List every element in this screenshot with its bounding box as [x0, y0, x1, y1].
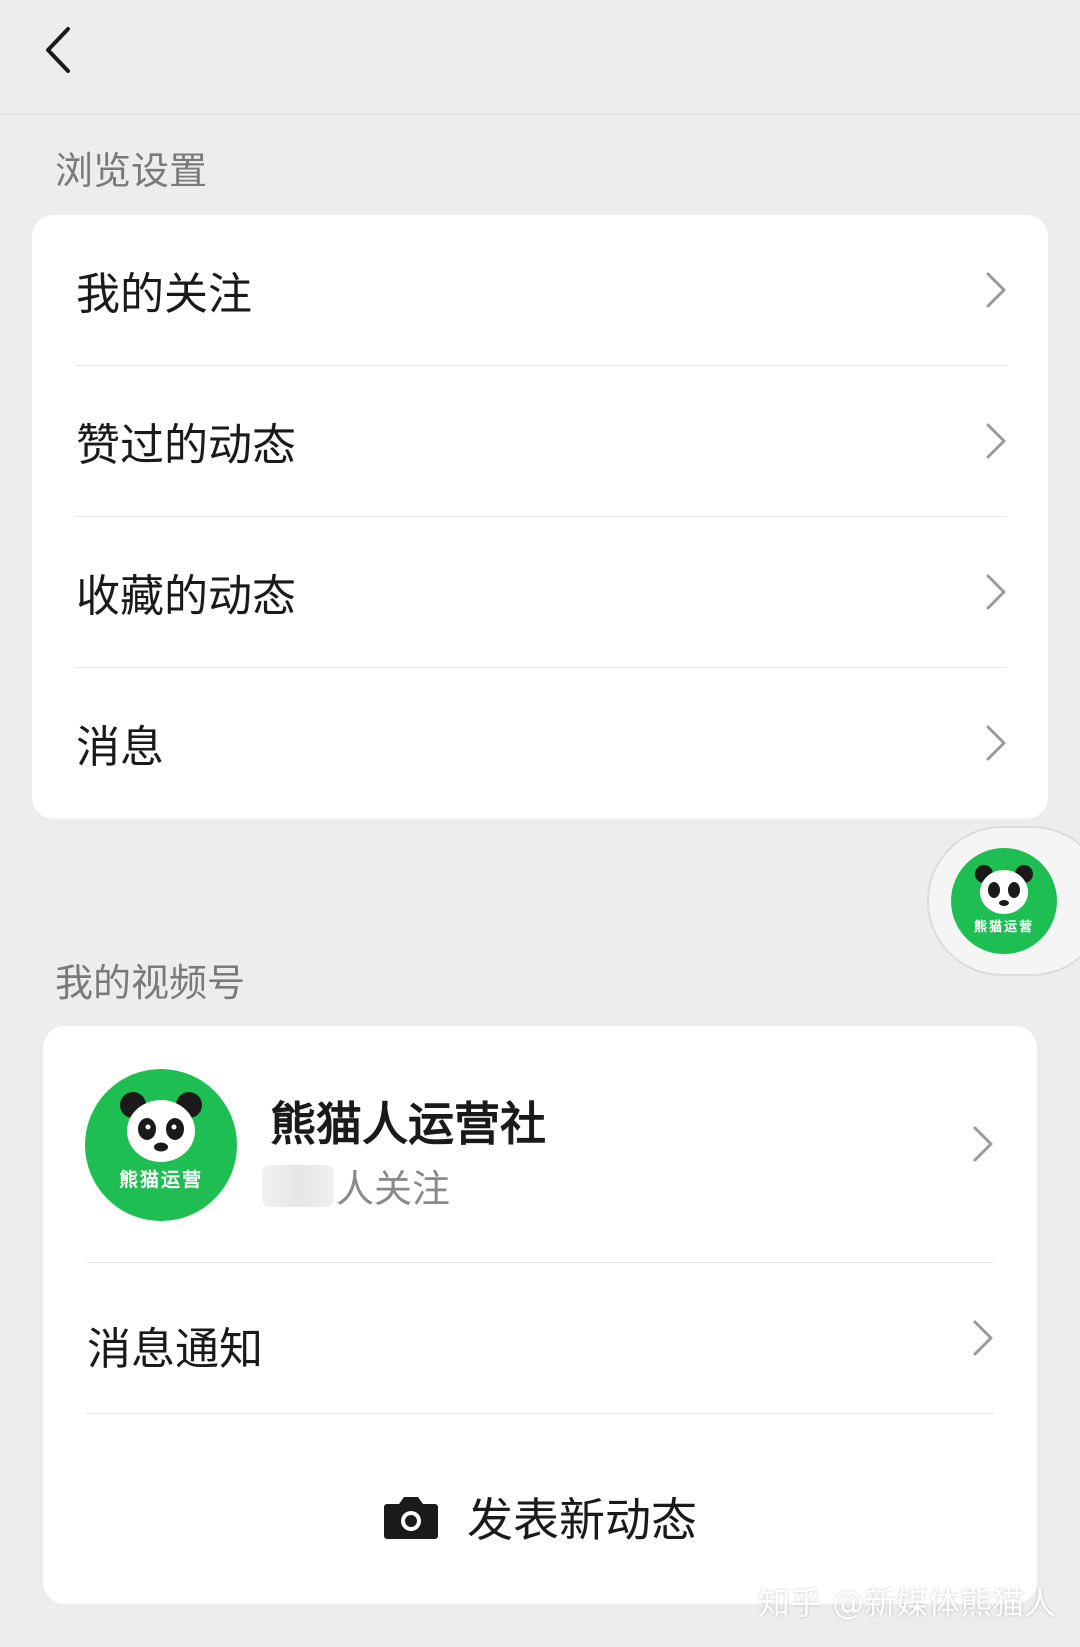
chevron-right-icon — [986, 423, 1006, 459]
back-button[interactable] — [28, 20, 88, 80]
floating-ball[interactable]: 熊猫运营 — [927, 826, 1080, 976]
menu-item-message-notification[interactable]: 消息通知 — [43, 1263, 1037, 1413]
post-new-moment-label: 发表新动态 — [467, 1493, 697, 1547]
top-bar — [0, 0, 1080, 115]
panda-icon — [120, 1092, 202, 1162]
follower-count-blurred — [262, 1164, 334, 1207]
post-new-moment-button[interactable]: 发表新动态 — [43, 1436, 1037, 1586]
chevron-right-icon — [973, 1126, 993, 1162]
browse-settings-card: 我的关注 赞过的动态 收藏的动态 消息 — [32, 215, 1048, 819]
divider — [86, 1413, 994, 1414]
follower-count: 人关注 — [262, 1158, 450, 1213]
menu-item-liked-posts[interactable]: 赞过的动态 — [32, 366, 1048, 516]
section-title-channel: 我的视频号 — [55, 961, 246, 1005]
chevron-left-icon — [46, 27, 70, 73]
menu-item-label: 我的关注 — [76, 269, 252, 320]
watermark: 知乎 @新媒体熊猫人 — [758, 1584, 1057, 1622]
channel-avatar-text: 熊猫运营 — [118, 1169, 203, 1191]
channel-name: 熊猫人运营社 — [270, 1097, 546, 1151]
chevron-right-icon — [986, 725, 1006, 761]
floating-ball-avatar: 熊猫运营 — [951, 848, 1057, 954]
menu-item-saved-posts[interactable]: 收藏的动态 — [32, 517, 1048, 667]
section-title-browse: 浏览设置 — [55, 149, 208, 193]
channel-avatar: 熊猫运营 — [85, 1069, 237, 1221]
floating-ball-avatar-text: 熊猫运营 — [973, 920, 1034, 935]
menu-item-messages[interactable]: 消息 — [32, 668, 1048, 818]
chevron-right-icon — [973, 1320, 993, 1356]
camera-icon — [384, 1497, 438, 1539]
menu-item-label: 消息 — [76, 722, 164, 773]
chevron-right-icon — [986, 272, 1006, 308]
menu-item-label: 消息通知 — [87, 1324, 263, 1375]
follower-count-suffix: 人关注 — [336, 1167, 451, 1211]
menu-item-label: 赞过的动态 — [76, 420, 296, 471]
menu-item-following[interactable]: 我的关注 — [32, 215, 1048, 365]
menu-item-label: 收藏的动态 — [76, 571, 296, 622]
chevron-right-icon — [986, 574, 1006, 610]
panda-icon — [975, 865, 1033, 914]
